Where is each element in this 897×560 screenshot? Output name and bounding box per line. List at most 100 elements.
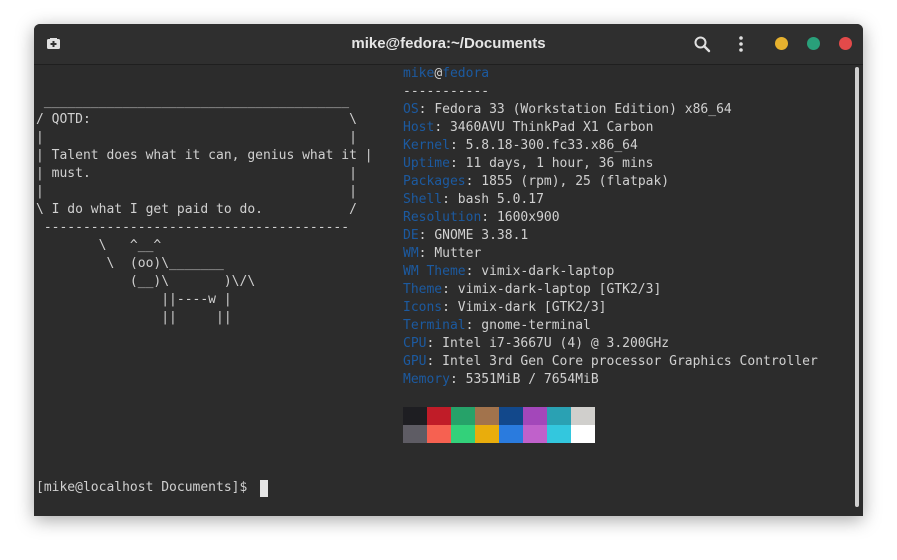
- scrollbar-thumb[interactable]: [855, 67, 859, 507]
- info-key: Memory: [403, 372, 450, 387]
- palette-swatch: [451, 407, 475, 425]
- search-icon[interactable]: [693, 35, 711, 53]
- info-value: GNOME 3.38.1: [434, 228, 529, 243]
- minimize-button[interactable]: [775, 37, 788, 50]
- info-separator: :: [442, 192, 458, 207]
- info-line: Kernel: 5.8.18-300.fc33.x86_64: [403, 137, 638, 155]
- info-key: WM Theme: [403, 264, 466, 279]
- palette-swatch: [427, 425, 451, 443]
- info-key: Kernel: [403, 138, 450, 153]
- terminal-window: mike@fedora:~/Documents ________________…: [34, 24, 863, 516]
- palette-swatch: [499, 425, 523, 443]
- info-separator: :: [426, 336, 443, 351]
- info-line: Packages: 1855 (rpm), 25 (flatpak): [403, 173, 669, 191]
- close-button[interactable]: [839, 37, 852, 50]
- info-separator: :: [465, 264, 482, 279]
- palette-swatch: [475, 425, 499, 443]
- palette-swatch: [571, 425, 595, 443]
- palette-swatch: [403, 407, 427, 425]
- info-value: Fedora 33 (Workstation Edition) x86_64: [434, 102, 732, 117]
- palette-swatch: [475, 407, 499, 425]
- info-key: Theme: [403, 282, 443, 297]
- info-value: 11 days, 1 hour, 36 mins: [465, 156, 654, 171]
- cowsay-line: ---------------------------------------: [36, 220, 350, 235]
- palette-swatch: [427, 407, 451, 425]
- info-value: Intel i7-3667U (4) @ 3.200GHz: [442, 336, 670, 351]
- palette-swatch: [523, 407, 547, 425]
- info-value: gnome-terminal: [481, 318, 591, 333]
- info-value: Mutter: [434, 246, 482, 261]
- info-value: 1855 (rpm), 25 (flatpak): [481, 174, 670, 189]
- maximize-button[interactable]: [807, 37, 820, 50]
- info-key: OS: [403, 102, 419, 117]
- info-key: GPU: [403, 354, 427, 369]
- palette-swatch: [547, 425, 571, 443]
- info-key: Host: [403, 120, 435, 135]
- header-at: @: [434, 66, 443, 81]
- info-line: WM: Mutter: [403, 245, 481, 263]
- terminal-content[interactable]: _______________________________________ …: [34, 65, 863, 516]
- info-separator: :: [418, 246, 435, 261]
- header-user: mike: [403, 66, 435, 81]
- info-value: vimix-dark-laptop: [481, 264, 615, 279]
- palette-swatch: [403, 425, 427, 443]
- info-line: Icons: Vimix-dark [GTK2/3]: [403, 299, 607, 317]
- color-palette: [403, 407, 595, 443]
- info-key: WM: [403, 246, 419, 261]
- palette-swatch: [571, 407, 595, 425]
- info-line: Host: 3460AVU ThinkPad X1 Carbon: [403, 119, 653, 137]
- cowsay-line: | must. |: [36, 166, 357, 181]
- info-line: Terminal: gnome-terminal: [403, 317, 591, 335]
- info-separator: :: [442, 300, 458, 315]
- info-separator: :: [442, 282, 458, 297]
- text-cursor: [260, 480, 268, 497]
- palette-swatch: [523, 425, 547, 443]
- header-host: fedora: [442, 66, 490, 81]
- info-key: CPU: [403, 336, 427, 351]
- info-separator: :: [481, 210, 497, 225]
- cowsay-line: \ I do what I get paid to do. /: [36, 202, 357, 217]
- title-bar: mike@fedora:~/Documents: [34, 24, 863, 65]
- info-line: OS: Fedora 33 (Workstation Edition) x86_…: [403, 101, 732, 119]
- cowsay-line: \ ^__^: [36, 238, 162, 253]
- cowsay-line: _______________________________________: [36, 94, 350, 109]
- info-line: Shell: bash 5.0.17: [403, 191, 544, 209]
- info-line: GPU: Intel 3rd Gen Core processor Graphi…: [403, 353, 818, 371]
- header-separator: -----------: [403, 84, 490, 99]
- info-key: DE: [403, 228, 419, 243]
- info-separator: :: [465, 318, 482, 333]
- info-value: 5351MiB / 7654MiB: [465, 372, 599, 387]
- cowsay-line: \ (oo)\_______: [36, 256, 224, 271]
- info-line: WM Theme: vimix-dark-laptop: [403, 263, 614, 281]
- cowsay-line: ||----w |: [36, 292, 232, 307]
- info-value: 1600x900: [496, 210, 560, 225]
- info-key: Uptime: [403, 156, 450, 171]
- info-value: vimix-dark-laptop [GTK2/3]: [457, 282, 662, 297]
- info-separator: :: [418, 228, 435, 243]
- cowsay-line: | |: [36, 130, 357, 145]
- info-line: Resolution: 1600x900: [403, 209, 560, 227]
- info-separator: :: [449, 138, 466, 153]
- info-line: Theme: vimix-dark-laptop [GTK2/3]: [403, 281, 661, 299]
- info-separator: :: [426, 354, 443, 369]
- palette-swatch: [547, 407, 571, 425]
- info-line: Memory: 5351MiB / 7654MiB: [403, 371, 599, 389]
- cowsay-line: | Talent does what it can, genius what i…: [36, 148, 373, 163]
- cowsay-line: | |: [36, 184, 357, 199]
- info-separator: :: [449, 372, 466, 387]
- info-line: CPU: Intel i7-3667U (4) @ 3.200GHz: [403, 335, 669, 353]
- palette-swatch: [451, 425, 475, 443]
- info-key: Terminal: [403, 318, 466, 333]
- info-key: Shell: [403, 192, 443, 207]
- cowsay-line: / QOTD: \: [36, 112, 357, 127]
- info-line: DE: GNOME 3.38.1: [403, 227, 528, 245]
- info-value: 3460AVU ThinkPad X1 Carbon: [449, 120, 654, 135]
- neofetch-header: mike@fedora: [403, 65, 489, 83]
- info-value: 5.8.18-300.fc33.x86_64: [465, 138, 638, 153]
- shell-prompt: [mike@localhost Documents]$: [36, 480, 256, 495]
- info-key: Resolution: [403, 210, 482, 225]
- info-separator: :: [465, 174, 482, 189]
- scrollbar[interactable]: [854, 65, 860, 509]
- kebab-menu-icon[interactable]: [732, 35, 750, 53]
- info-value: bash 5.0.17: [457, 192, 544, 207]
